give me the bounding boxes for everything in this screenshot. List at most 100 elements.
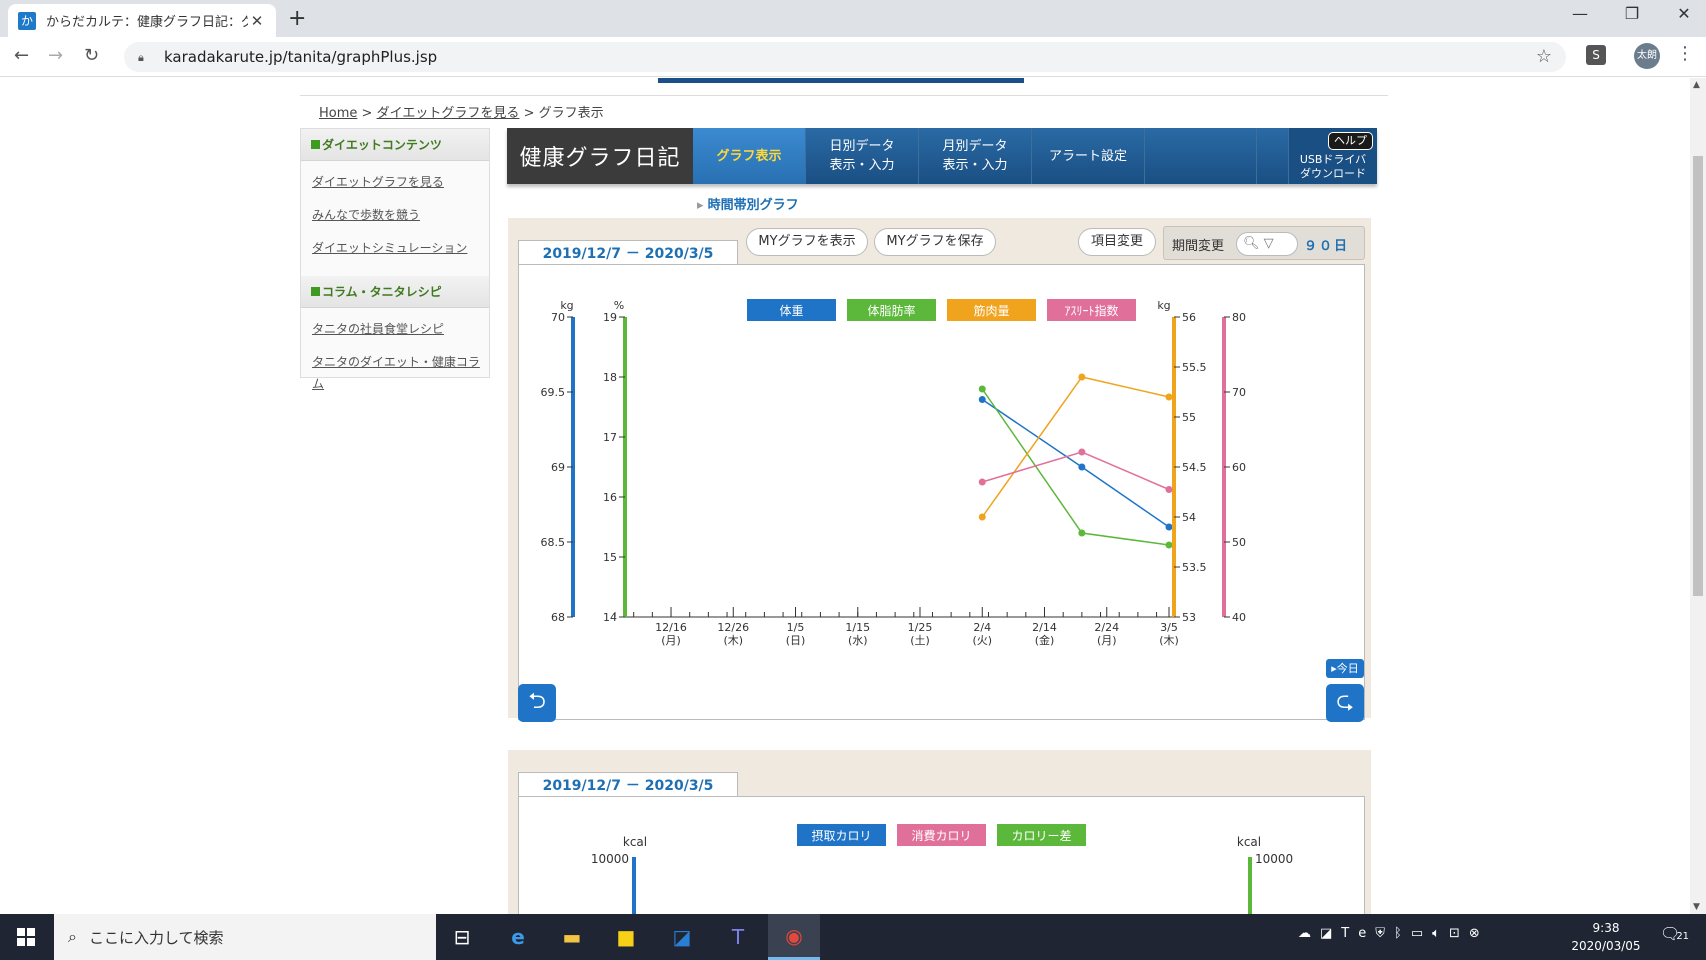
dropdown-arrow-icon: ▽ xyxy=(1263,236,1274,251)
extension-icon[interactable]: S xyxy=(1586,45,1606,65)
network-icon[interactable]: ⊡ xyxy=(1449,926,1460,941)
previous-period-button[interactable]: ⮌ xyxy=(518,684,556,722)
x-tick-label: 12/16 xyxy=(655,621,687,634)
ime-icon[interactable]: ⊗ xyxy=(1469,926,1480,941)
page-scrollbar[interactable]: ▲ ▼ xyxy=(1690,78,1706,914)
browser-toolbar: ← → ↻ 🔒︎ karadakarute.jp/tanita/graphPlu… xyxy=(0,37,1706,77)
data-point xyxy=(1165,523,1173,531)
restore-icon[interactable]: ❐ xyxy=(1620,4,1644,23)
chrome-icon[interactable]: ◉ xyxy=(768,914,820,960)
scrollbar-thumb[interactable] xyxy=(1693,156,1703,596)
outlook-tray-icon[interactable]: ◪ xyxy=(1320,926,1332,941)
bookmark-star-icon[interactable]: ☆ xyxy=(1536,46,1552,67)
body-chart-area: 12/16 (月) 12/26 (木) 1/5 (日) 1/15 (水) 1/25 (土) 2/4(… xyxy=(518,264,1365,720)
breadcrumb-diet-graph-link[interactable]: ダイエットグラフを見る xyxy=(377,106,520,121)
x-tick-day-label: (月) xyxy=(661,634,681,647)
sidebar-link-cafeteria-recipe[interactable]: タニタの社員食堂レシピ xyxy=(312,318,489,351)
sidebar: ダイエットコンテンツ ダイエットグラフを見る みんなで歩数を競う ダイエットシミ… xyxy=(300,128,490,391)
forward-icon[interactable]: → xyxy=(48,45,63,66)
y-tick-label: 10000 xyxy=(1255,852,1293,866)
reload-icon[interactable]: ↻ xyxy=(84,45,99,66)
legend-label: 筋肉量 xyxy=(973,303,1009,318)
x-tick-label: 12/26 xyxy=(717,621,749,634)
period-select[interactable]: 🔍︎ ▽ xyxy=(1236,232,1298,256)
x-tick-day-label: (水) xyxy=(848,634,868,647)
nav-monthly-data[interactable]: 月別データ 表示・入力 xyxy=(919,128,1032,184)
sidebar-link-diet-graph[interactable]: ダイエットグラフを見る xyxy=(312,171,489,204)
page-content: Home > ダイエットグラフを見る > グラフ表示 ダイエットコンテンツ ダイ… xyxy=(0,78,1690,914)
nav-alert-settings[interactable]: アラート設定 xyxy=(1032,128,1145,184)
teams-icon[interactable]: T xyxy=(712,914,764,960)
close-window-icon[interactable]: ✕ xyxy=(1672,4,1696,23)
help-button[interactable]: ヘルプ xyxy=(1328,132,1373,150)
y-tick-label: 70 xyxy=(551,311,565,324)
today-button[interactable]: ▸今日 xyxy=(1326,659,1364,678)
sidebar-section-title: ダイエットコンテンツ xyxy=(322,138,442,152)
battery-icon[interactable]: ▭ xyxy=(1411,926,1423,941)
menu-icon[interactable]: ⋮ xyxy=(1676,43,1694,64)
edge-browser-icon[interactable]: e xyxy=(492,914,544,960)
breadcrumb-home-link[interactable]: Home xyxy=(319,106,357,121)
bluetooth-icon[interactable]: ᛒ xyxy=(1394,926,1402,941)
nav-graph-view[interactable]: グラフ表示 xyxy=(693,128,806,184)
usb-driver-label: USBドライバ ダウンロード xyxy=(1299,153,1367,180)
data-point xyxy=(978,385,986,393)
series-line-2 xyxy=(981,376,1170,518)
y-tick-label: 18 xyxy=(603,371,617,384)
hourly-graph-tab[interactable]: ▸ 時間帯別グラフ xyxy=(697,194,799,213)
taskbar-search-box[interactable]: ⌕ ここに入力して検索 xyxy=(54,914,436,960)
y-tick-label: 68 xyxy=(551,611,565,624)
y-tick-label: 70 xyxy=(1232,386,1246,399)
breadcrumb-current: グラフ表示 xyxy=(538,106,604,121)
minimize-icon[interactable]: — xyxy=(1568,4,1592,23)
data-point xyxy=(1165,393,1173,401)
legend-label: 体重 xyxy=(779,304,803,318)
browser-tabbar: か からだカルテ：健康グラフ日記：グラ ✕ + — ❐ ✕ xyxy=(0,0,1706,37)
windows-start-button[interactable] xyxy=(0,914,52,960)
teams-tray-icon[interactable]: T xyxy=(1341,926,1349,941)
system-tray: ☁ ◪ T e ⛨ ᛒ ▭ 🔈︎ ⊡ ⊗ xyxy=(1298,926,1480,941)
back-icon[interactable]: ← xyxy=(14,45,29,66)
browser-tab[interactable]: か からだカルテ：健康グラフ日記：グラ ✕ xyxy=(8,4,276,37)
onedrive-icon[interactable]: ☁ xyxy=(1298,926,1311,941)
usb-driver-download[interactable]: ヘルプ USBドライバ ダウンロード xyxy=(1289,128,1377,184)
x-tick-day-label: (月) xyxy=(1097,634,1117,647)
sidebar-link-diet-simulation[interactable]: ダイエットシミュレーション xyxy=(312,237,489,270)
x-tick-label: 2/24 xyxy=(1094,621,1119,634)
sidebar-link-health-column[interactable]: タニタのダイエット・健康コラム xyxy=(312,351,489,391)
file-explorer-icon[interactable]: ▬ xyxy=(546,914,598,960)
app-header: 健康グラフ日記 グラフ表示 日別データ 表示・入力 月別データ 表示・入力 アラ… xyxy=(507,128,1377,184)
close-tab-icon[interactable]: ✕ xyxy=(248,12,266,30)
outlook-icon[interactable]: ◪ xyxy=(656,914,708,960)
scroll-up-icon[interactable]: ▲ xyxy=(1693,80,1700,90)
sticky-notes-icon[interactable]: ■ xyxy=(600,914,652,960)
change-items-button[interactable]: 項目変更 xyxy=(1078,228,1156,256)
nav-blank xyxy=(1145,128,1257,184)
y-axis-unit: kg xyxy=(1157,299,1170,312)
nav-daily-data[interactable]: 日別データ 表示・入力 xyxy=(806,128,919,184)
edge-tray-icon[interactable]: e xyxy=(1358,926,1366,941)
save-my-graph-button[interactable]: MYグラフを保存 xyxy=(874,228,996,256)
y-tick-label: 14 xyxy=(603,611,617,624)
x-tick-label: 2/14 xyxy=(1032,621,1057,634)
address-bar[interactable]: 🔒︎ karadakarute.jp/tanita/graphPlus.jsp … xyxy=(124,42,1566,72)
volume-icon[interactable]: 🔈︎ xyxy=(1432,926,1440,941)
profile-avatar[interactable]: 太朗 xyxy=(1634,43,1660,69)
new-tab-icon[interactable]: + xyxy=(288,6,306,31)
y-tick-label: 15 xyxy=(603,551,617,564)
series-line-3 xyxy=(982,451,1170,491)
divider xyxy=(300,95,1388,96)
y-axis-bar-right xyxy=(1248,857,1252,914)
action-center-icon[interactable]: 🗨︎21 xyxy=(1660,924,1689,943)
next-period-button[interactable]: ⮎ xyxy=(1326,684,1364,722)
task-view-icon[interactable]: ⊟ xyxy=(436,914,488,960)
x-tick-day-label: (日) xyxy=(786,634,806,647)
sidebar-link-step-compete[interactable]: みんなで歩数を競う xyxy=(312,204,489,237)
undo-arrow-icon: ⮌ xyxy=(528,689,546,714)
scroll-down-icon[interactable]: ▼ xyxy=(1693,902,1700,912)
show-my-graph-button[interactable]: MYグラフを表示 xyxy=(746,228,868,256)
security-icon[interactable]: ⛨ xyxy=(1375,926,1385,941)
x-tick-label: 1/25 xyxy=(908,621,933,634)
taskbar-clock[interactable]: 9:38 2020/03/05 xyxy=(1568,919,1644,955)
y-tick-label: 17 xyxy=(603,431,617,444)
